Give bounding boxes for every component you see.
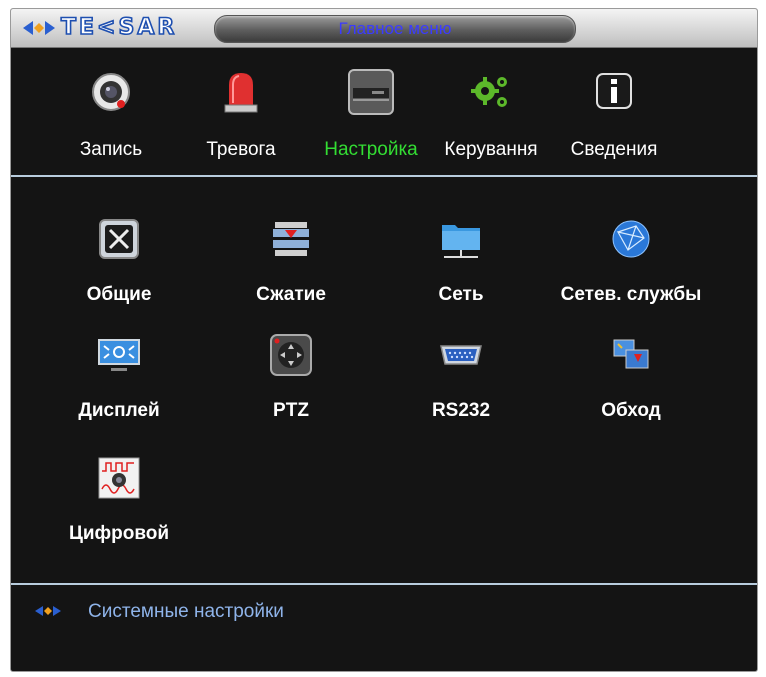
top-separator: [11, 175, 757, 177]
network-folder-icon: [442, 225, 480, 258]
settings-digital[interactable]: Цифровой: [39, 455, 199, 545]
settings-ptz[interactable]: PTZ: [211, 332, 371, 422]
tab-alarm[interactable]: Тревога: [186, 69, 296, 161]
ptz-control-icon: [270, 334, 312, 376]
settings-general[interactable]: Общие: [39, 216, 199, 306]
status-arrows-icon: [35, 606, 61, 616]
gears-icon: [471, 77, 507, 107]
settings-net-services-label: Сетев. службы: [560, 284, 702, 305]
window-title: Главное меню: [338, 19, 452, 38]
settings-ptz-label: PTZ: [273, 400, 309, 421]
tab-info[interactable]: Сведения: [559, 69, 669, 161]
settings-compression-label: Сжатие: [256, 284, 326, 305]
tools-icon: [99, 219, 139, 259]
main-menu-window: TE<SAR Главное меню Запись Тревога Настр…: [10, 8, 758, 672]
status-text: Системные настройки: [88, 601, 284, 622]
settings-rs232-label: RS232: [431, 400, 491, 421]
settings-network[interactable]: Сеть: [381, 216, 541, 306]
window-title-pill: Главное меню: [214, 15, 576, 43]
title-bar: TE<SAR Главное меню: [11, 9, 757, 48]
settings-compression[interactable]: Сжатие: [211, 216, 371, 306]
tab-management[interactable]: Керування: [436, 69, 546, 161]
alarm-siren-icon: [224, 73, 258, 113]
tab-record[interactable]: Запись: [56, 69, 166, 161]
settings-rs232[interactable]: RS232: [381, 332, 541, 422]
settings-display-label: Дисплей: [78, 400, 160, 421]
settings-net-services[interactable]: Сетев. службы: [551, 216, 711, 306]
settings-digital-label: Цифровой: [68, 523, 170, 544]
tab-settings[interactable]: Настройка: [316, 69, 426, 161]
settings-tour-label: Обход: [601, 400, 661, 421]
status-bar: Системные настройки: [11, 595, 757, 629]
settings-network-label: Сеть: [438, 284, 484, 305]
globe-icon: [612, 220, 650, 258]
tab-settings-label: Настройка: [324, 139, 418, 160]
settings-general-label: Общие: [86, 284, 152, 305]
info-icon: [596, 73, 632, 109]
settings-display[interactable]: Дисплей: [39, 332, 199, 422]
digital-channel-icon: [98, 457, 140, 499]
tab-alarm-label: Тревога: [206, 139, 276, 160]
top-menu: Запись Тревога Настройка Керування Сведе…: [11, 69, 757, 179]
dvr-device-icon: [348, 69, 394, 115]
bottom-separator: [11, 583, 757, 585]
camera-icon: [92, 73, 130, 111]
brand-arrows-icon: [23, 21, 55, 35]
tab-record-label: Запись: [79, 139, 143, 160]
cameras-switch-icon: [613, 339, 649, 369]
settings-tour[interactable]: Обход: [551, 332, 711, 422]
brand-name: TE<SAR: [60, 15, 178, 41]
brand-logo: TE<SAR: [21, 15, 178, 41]
tab-info-label: Сведения: [570, 139, 658, 160]
compression-icon: [273, 222, 309, 256]
monitor-icon: [98, 339, 140, 371]
tab-management-label: Керування: [444, 139, 538, 160]
serial-port-icon: [440, 345, 482, 365]
